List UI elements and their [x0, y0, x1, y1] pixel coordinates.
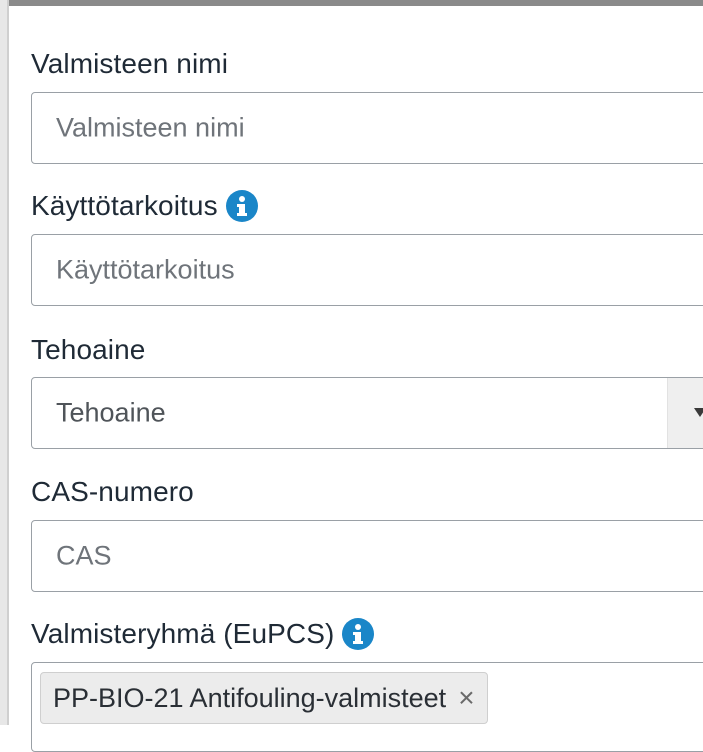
product-group-multiselect[interactable]: PP-BIO-21 Antifouling-valmisteet × [31, 662, 703, 752]
intended-use-placeholder: Käyttötarkoitus [56, 254, 235, 285]
panel-top-border [0, 0, 703, 6]
cas-number-input[interactable]: CAS [31, 520, 703, 592]
cas-number-placeholder: CAS [56, 540, 112, 571]
product-group-label-text: Valmisteryhmä (EuPCS) [31, 618, 335, 649]
cas-number-label-text: CAS-numero [31, 476, 194, 507]
selected-tag: PP-BIO-21 Antifouling-valmisteet × [40, 672, 488, 724]
product-name-label-text: Valmisteen nimi [31, 48, 229, 79]
product-name-placeholder: Valmisteen nimi [56, 112, 245, 143]
product-name-input[interactable]: Valmisteen nimi [31, 92, 703, 164]
info-circle-icon[interactable] [342, 618, 375, 650]
active-substance-label: Tehoaine [31, 334, 145, 366]
intended-use-label: Käyttötarkoitus [31, 190, 258, 222]
panel-left-border [0, 0, 9, 725]
active-substance-selected-value: Tehoaine [56, 397, 166, 428]
caret-down-icon [694, 408, 703, 417]
close-icon[interactable]: × [458, 684, 474, 712]
product-group-label: Valmisteryhmä (EuPCS) [31, 618, 375, 650]
active-substance-select[interactable]: Tehoaine [31, 377, 703, 449]
active-substance-dropdown-toggle[interactable] [667, 378, 703, 448]
intended-use-input[interactable]: Käyttötarkoitus [31, 234, 703, 306]
cas-number-label: CAS-numero [31, 476, 194, 508]
selected-tag-label: PP-BIO-21 Antifouling-valmisteet [53, 682, 447, 713]
intended-use-label-text: Käyttötarkoitus [31, 190, 218, 221]
info-circle-icon[interactable] [225, 190, 258, 222]
product-name-label: Valmisteen nimi [31, 48, 228, 80]
active-substance-label-text: Tehoaine [31, 334, 146, 365]
